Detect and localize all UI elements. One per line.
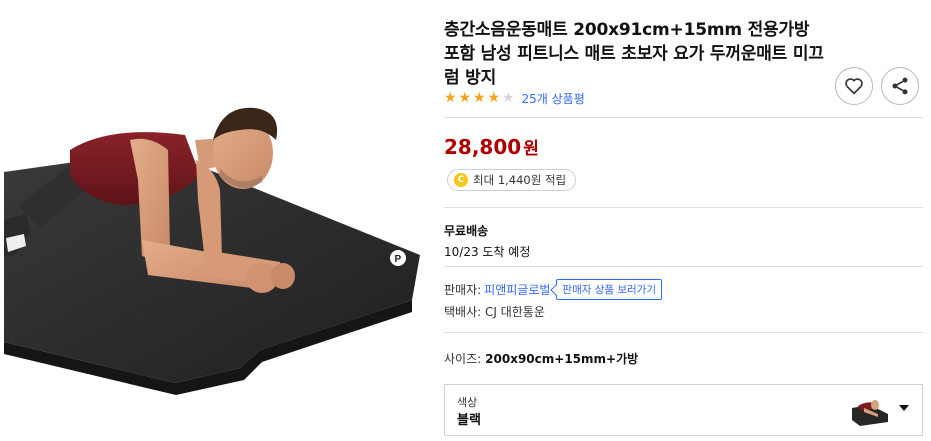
price: 28,800 원 <box>444 134 539 159</box>
review-count-link[interactable]: 25개 상품평 <box>522 90 585 107</box>
heart-icon <box>845 78 863 95</box>
seller-name-link[interactable]: 피앤피글로벌 <box>484 281 550 298</box>
star-empty-icon: ★ <box>502 90 515 106</box>
reward-label: 최대 1,440원 적립 <box>473 173 567 187</box>
seller-row: 판매자: 피앤피글로벌 판매자 상품 보러가기 <box>444 279 663 300</box>
size-option: 사이즈: 200x90cm+15mm+가방 <box>444 350 638 367</box>
star-icon: ★ <box>458 90 472 106</box>
divider <box>444 332 923 333</box>
reward-badge: C 최대 1,440원 적립 <box>447 169 577 191</box>
star-icon: ★ <box>473 90 486 106</box>
view-seller-products-button[interactable]: 판매자 상품 보러가기 <box>556 279 663 300</box>
arrival-date: 10/23 도착 예정 <box>444 245 531 259</box>
share-button[interactable] <box>881 67 919 105</box>
shipping-title: 무료배송 <box>444 224 489 238</box>
size-label: 사이즈: <box>444 352 482 366</box>
size-value: 200x90cm+15mm+가방 <box>485 352 639 366</box>
product-image: P <box>0 0 430 441</box>
color-select-dropdown[interactable]: 색상 블랙 <box>444 384 923 436</box>
rating-row[interactable]: ★ ★ ★ ★ ★ 25개 상품평 <box>444 90 585 106</box>
courier-info: 택배사: CJ 대한통운 <box>444 305 545 319</box>
color-thumbnail <box>850 392 888 428</box>
price-amount: 28,800 <box>444 135 522 159</box>
star-icon: ★ <box>444 90 457 106</box>
color-label: 색상 <box>457 396 478 409</box>
product-title: 층간소음운동매트 200x91cm+15mm 전용가방 포함 남성 피트니스 매… <box>444 20 824 88</box>
chevron-down-icon <box>899 405 909 411</box>
price-unit: 원 <box>523 139 539 159</box>
share-icon <box>892 77 908 95</box>
color-value: 블랙 <box>457 413 481 428</box>
divider <box>444 207 923 208</box>
divider <box>444 117 923 118</box>
star-rating: ★ ★ ★ ★ ★ <box>444 91 517 105</box>
coin-icon: C <box>454 173 468 187</box>
seller-label: 판매자: <box>444 283 482 297</box>
wishlist-button[interactable] <box>835 67 873 105</box>
product-photo: P <box>4 107 420 395</box>
star-icon: ★ <box>487 90 501 106</box>
product-info: 층간소음운동매트 200x91cm+15mm 전용가방 포함 남성 피트니스 매… <box>444 0 924 441</box>
divider <box>444 266 923 267</box>
mat-logo-letter: P <box>395 254 402 265</box>
